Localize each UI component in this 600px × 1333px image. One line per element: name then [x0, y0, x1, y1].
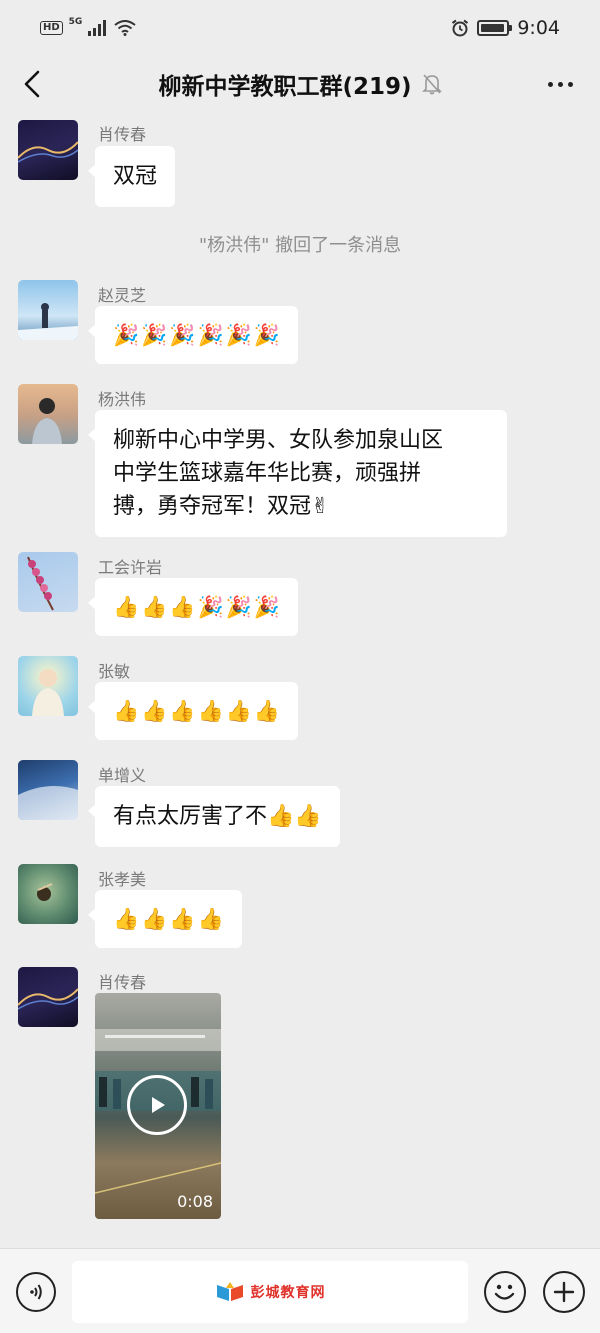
thumbs-up-icon: 👍	[169, 907, 196, 931]
message-text: 双冠	[113, 164, 158, 189]
status-bar: HD 5G 9:04	[0, 0, 600, 56]
group-title: 柳新中学教职工群(219)	[158, 74, 412, 100]
watermark-text: 彭城教育网	[250, 1285, 326, 1301]
play-button[interactable]	[127, 1075, 187, 1135]
sender-name: 肖传春	[98, 973, 147, 992]
emoji-button[interactable]	[484, 1271, 526, 1313]
chat-area[interactable]: 肖传春 双冠 "杨洪伟" 撤回了一条消息 赵灵芝 🎉 🎉 🎉 🎉 🎉 🎉 杨洪伟 柳新中心…	[0, 112, 600, 1248]
more-dot-icon	[557, 81, 563, 87]
party-popper-icon: 🎉	[197, 323, 224, 347]
message-line: 中学生篮球嘉年华比赛，顽强拼	[113, 461, 422, 486]
more-dot-icon	[547, 81, 553, 87]
avatar[interactable]	[18, 864, 78, 924]
sender-name: 杨洪伟	[98, 390, 147, 409]
play-icon	[152, 1097, 165, 1113]
more-dot-icon	[567, 81, 573, 87]
watermark-logo-icon	[216, 1282, 243, 1301]
message-line: 柳新中心中学男、女队参加泉山区	[113, 428, 444, 453]
battery-icon	[477, 20, 513, 36]
smiley-icon	[494, 1284, 515, 1300]
thumbs-up-icon: 👍	[113, 907, 140, 931]
avatar[interactable]	[18, 120, 78, 180]
voice-icon	[30, 1284, 42, 1300]
sender-name: 肖传春	[98, 125, 147, 144]
hd-badge: HD	[40, 21, 63, 35]
emoji-row: 👍 👍 👍 🎉 🎉 🎉	[113, 592, 280, 622]
emoji-row: 👍 👍 👍 👍	[113, 904, 224, 934]
party-popper-icon: 🎉	[253, 595, 280, 619]
thumbs-up-icon: 👍	[141, 699, 168, 723]
message-bubble[interactable]: 👍 👍 👍 🎉 🎉 🎉	[88, 578, 298, 636]
video-message[interactable]: 0:08	[95, 993, 221, 1219]
message-input[interactable]: 彭城教育网	[72, 1261, 468, 1323]
thumbs-up-icon: 👍	[113, 595, 140, 619]
thumbs-up-icon: 👍	[141, 595, 168, 619]
sender-name: 工会许岩	[98, 558, 163, 577]
message-bubble[interactable]: 👍 👍 👍 👍	[88, 890, 242, 948]
more-functions-button[interactable]	[543, 1271, 585, 1313]
sender-name: 张敏	[98, 662, 131, 681]
sender-name: 赵灵芝	[98, 286, 147, 305]
party-popper-icon: 🎉	[113, 323, 140, 347]
party-popper-icon: 🎉	[197, 595, 224, 619]
party-popper-icon: 🎉	[141, 323, 168, 347]
party-popper-icon: 🎉	[253, 323, 280, 347]
avatar[interactable]	[18, 552, 78, 612]
video-duration: 0:08	[177, 1192, 213, 1211]
alarm-icon	[452, 19, 469, 37]
clock: 9:04	[517, 17, 560, 39]
avatar[interactable]	[18, 384, 78, 444]
emoji-row: 👍 👍 👍 👍 👍 👍	[113, 696, 280, 726]
status-left: HD 5G	[40, 17, 136, 36]
plus-icon	[553, 1281, 575, 1303]
party-popper-icon: 🎉	[225, 595, 252, 619]
thumbs-up-icon: 👍	[253, 699, 280, 723]
mute-bell-icon	[421, 74, 442, 95]
message-bubble[interactable]: 👍 👍 👍 👍 👍 👍	[88, 682, 298, 740]
thumbs-up-icon: 👍	[113, 699, 140, 723]
avatar[interactable]	[18, 656, 78, 716]
message-text: 有点太厉害了不👍👍	[113, 804, 322, 829]
sender-name: 单增义	[98, 766, 147, 785]
message-bubble[interactable]: 🎉 🎉 🎉 🎉 🎉 🎉	[88, 306, 298, 364]
message-bubble[interactable]: 双冠	[87, 146, 176, 207]
more-options-button[interactable]	[540, 64, 580, 104]
wifi-icon	[114, 20, 136, 36]
avatar[interactable]	[18, 967, 78, 1027]
thumbs-up-icon: 👍	[169, 595, 196, 619]
recall-notice: "杨洪伟" 撤回了一条消息	[198, 235, 402, 256]
signal-icon	[88, 20, 107, 36]
party-popper-icon: 🎉	[169, 323, 196, 347]
sender-name: 张孝美	[98, 870, 147, 889]
title-bar: 柳新中学教职工群(219)	[0, 56, 600, 112]
avatar[interactable]	[18, 760, 78, 820]
emoji-row: 🎉 🎉 🎉 🎉 🎉 🎉	[113, 320, 280, 350]
thumbs-up-icon: 👍	[197, 907, 224, 931]
thumbs-up-icon: 👍	[225, 699, 252, 723]
message-bubble[interactable]: 有点太厉害了不👍👍	[88, 786, 340, 847]
voice-input-button[interactable]	[16, 1272, 56, 1312]
status-right: 9:04	[451, 17, 560, 39]
thumbs-up-icon: 👍	[197, 699, 224, 723]
message-bubble[interactable]: 柳新中心中学男、女队参加泉山区 中学生篮球嘉年华比赛，顽强拼 搏，勇夺冠军！双冠…	[88, 410, 507, 537]
input-bar: 彭城教育网	[0, 1248, 600, 1333]
title-group: 柳新中学教职工群(219)	[0, 56, 600, 112]
network-label: 5G	[68, 17, 83, 27]
message-line: 搏，勇夺冠军！双冠✌	[113, 494, 330, 519]
party-popper-icon: 🎉	[225, 323, 252, 347]
avatar[interactable]	[18, 280, 78, 340]
thumbs-up-icon: 👍	[141, 907, 168, 931]
thumbs-up-icon: 👍	[169, 699, 196, 723]
